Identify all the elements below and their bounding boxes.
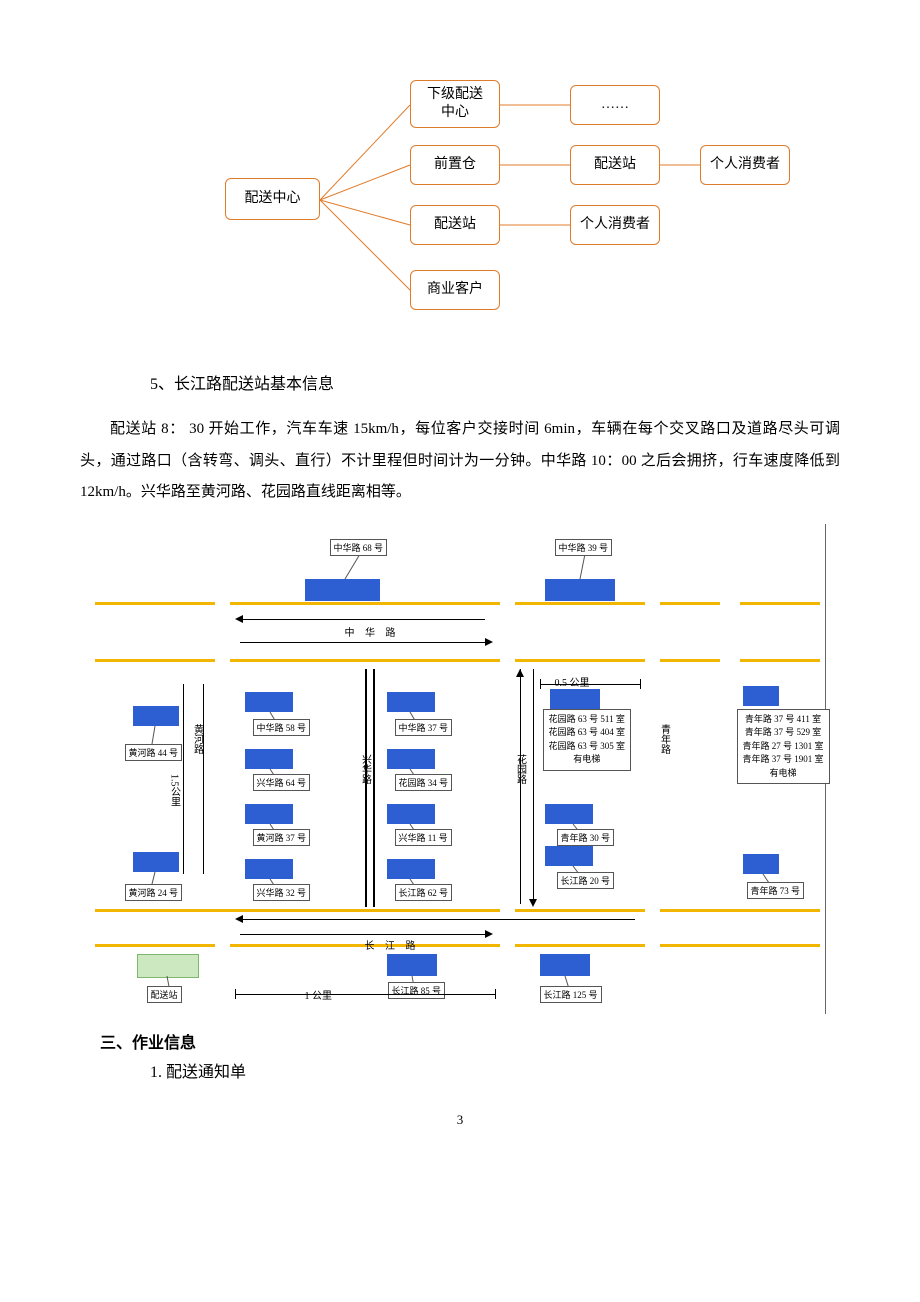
subheading-1: 1. 配送通知单 (150, 1058, 860, 1082)
heading-5: 5、长江路配送站基本信息 (150, 370, 860, 394)
page-number: 3 (60, 1112, 860, 1128)
label-zh37: 中华路 37 号 (395, 719, 453, 736)
label-cj62: 长江路 62 号 (395, 884, 453, 901)
label-hh37: 黄河路 37 号 (253, 829, 311, 846)
node-root: 配送中心 (225, 178, 320, 220)
label-zh39: 中华路 39 号 (555, 539, 613, 556)
label-hh44: 黄河路 44 号 (125, 744, 183, 761)
text-zhonghua-road: 中 华 路 (345, 624, 400, 639)
node-consumer-1: 个人消费者 (570, 205, 660, 245)
label-qn73: 青年路 73 号 (747, 882, 805, 899)
label-xh32: 兴华路 32 号 (253, 884, 311, 901)
label-zh68: 中华路 68 号 (330, 539, 388, 556)
heading-3: 三、作业信息 (100, 1029, 860, 1053)
text-qingnian-road: 青年路 (657, 724, 672, 754)
text-changjiang-road: 长 江 路 (365, 937, 420, 952)
label-hy34: 花园路 34 号 (395, 774, 453, 791)
street-map-diagram: 中华路 68 号 中华路 39 号 黄河路 44 号 黄河路 24 号 中华路 … (95, 524, 826, 1014)
label-zh58: 中华路 58 号 (253, 719, 311, 736)
label-xh64: 兴华路 64 号 (253, 774, 311, 791)
node-station: 配送站 (410, 205, 500, 245)
node-sub-center: 下级配送 中心 (410, 80, 500, 128)
distribution-tree-diagram: 配送中心 下级配送 中心 前置仓 配送站 商业客户 …… 配送站 个人消费者 个… (120, 60, 860, 340)
node-front-warehouse: 前置仓 (410, 145, 500, 185)
node-consumer-2: 个人消费者 (700, 145, 790, 185)
label-hy63-block: 花园路 63 号 511 室 花园路 63 号 404 室 花园路 63 号 3… (543, 709, 632, 771)
node-biz-customer: 商业客户 (410, 270, 500, 310)
text-xinghua-road: 兴华路 (358, 754, 373, 784)
label-cj20: 长江路 20 号 (557, 872, 615, 889)
label-qn30: 青年路 30 号 (557, 829, 615, 846)
label-xh11: 兴华路 11 号 (395, 829, 452, 846)
paragraph-station-info: 配送站 8： 30 开始工作，汽车车速 15km/h，每位客户交接时间 6min… (80, 414, 840, 509)
label-station: 配送站 (147, 986, 182, 1003)
node-ellipsis: …… (570, 85, 660, 125)
text-huanghe-road: 黄河路 (190, 724, 205, 754)
label-cj125: 长江路 125 号 (540, 986, 602, 1003)
text-15km: 1.5公里 (167, 774, 182, 807)
text-huayuan-road: 花园路 (513, 754, 528, 784)
text-05km: 0.5 公里 (555, 674, 590, 689)
label-hh24: 黄河路 24 号 (125, 884, 183, 901)
label-cj85: 长江路 85 号 (388, 982, 446, 999)
label-qn37-block: 青年路 37 号 411 室 青年路 37 号 529 室 青年路 27 号 1… (737, 709, 830, 785)
node-station-2: 配送站 (570, 145, 660, 185)
